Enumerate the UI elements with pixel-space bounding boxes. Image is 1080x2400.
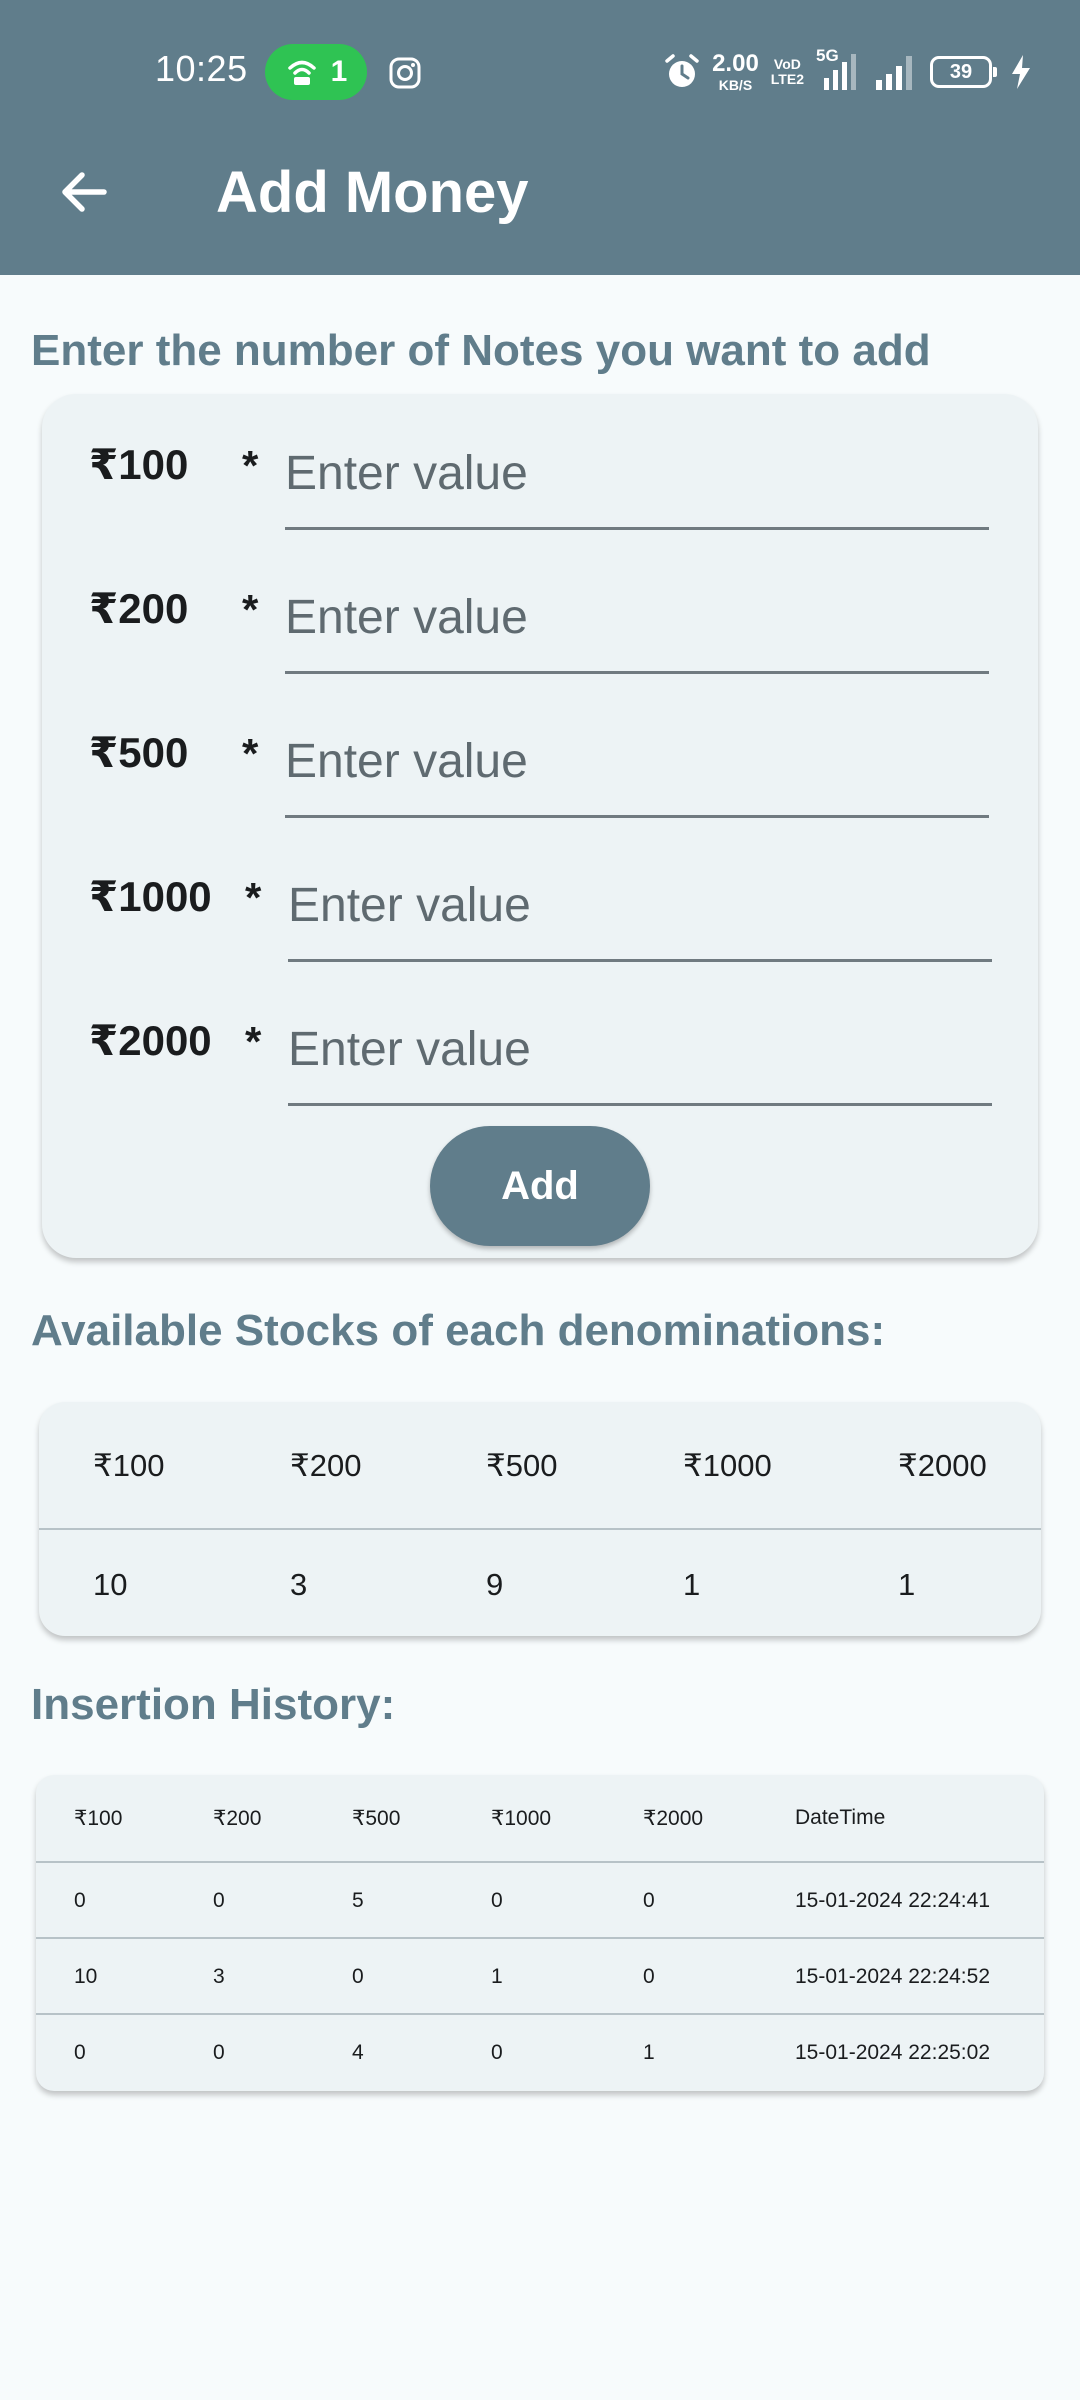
- history-cell: 15-01-2024 22:25:02: [795, 2041, 990, 2064]
- stocks-divider: [39, 1528, 1041, 1530]
- denomination-label: ₹500: [89, 729, 189, 776]
- charging-icon: [1012, 55, 1030, 89]
- stocks-column-header: ₹1000: [683, 1448, 772, 1483]
- history-cell: 0: [643, 1965, 655, 1988]
- history-cell: 1: [643, 2041, 655, 2064]
- history-cell: 1: [491, 1965, 503, 1988]
- denomination-label: ₹200: [89, 585, 189, 632]
- stocks-value: 3: [290, 1567, 308, 1602]
- history-row: 10 3 0 1 0 15-01-2024 22:24:52: [36, 1937, 1044, 2014]
- signal-icon: [876, 56, 912, 90]
- status-time: 10:25: [155, 48, 248, 89]
- status-indicators: 2.00 KB/S VoD LTE2 5G 39: [664, 46, 997, 93]
- required-marker: *: [245, 874, 262, 921]
- top-app-bar: 10:25 1 2.00 KB/S VoD LTE2 5G 39 Add Mon…: [0, 0, 1080, 275]
- history-column-header: ₹100: [74, 1807, 123, 1830]
- history-cell: 0: [213, 2041, 225, 2064]
- battery-icon: 39: [930, 56, 997, 88]
- history-cell: 0: [491, 2041, 503, 2064]
- add-button[interactable]: Add: [430, 1126, 650, 1246]
- stocks-value: 9: [486, 1567, 504, 1602]
- note-1000-input[interactable]: [288, 866, 992, 962]
- battery-level: 39: [949, 60, 973, 83]
- stocks-table: ₹100 ₹200 ₹500 ₹1000 ₹2000 10 3 9 1 1: [39, 1402, 1041, 1636]
- history-column-header: ₹500: [352, 1807, 401, 1830]
- stocks-heading: Available Stocks of each denominations:: [31, 1306, 886, 1355]
- volte-indicator: VoD LTE2: [771, 57, 804, 86]
- volte-line1: VoD: [773, 56, 801, 73]
- history-cell: 3: [213, 1965, 225, 1988]
- denomination-label: ₹2000: [89, 1017, 212, 1064]
- stocks-value: 10: [93, 1567, 128, 1602]
- hotspot-count: 1: [330, 55, 348, 88]
- history-cell: 0: [74, 2041, 86, 2064]
- history-cell: 0: [643, 1889, 655, 1912]
- back-button[interactable]: [52, 160, 116, 224]
- volte-line2: LTE2: [770, 71, 804, 87]
- required-marker: *: [242, 730, 259, 777]
- history-cell: 0: [352, 1965, 364, 1988]
- alarm-icon: [665, 54, 699, 87]
- stocks-column-header: ₹200: [290, 1448, 362, 1483]
- page-title: Add Money: [216, 160, 529, 225]
- history-header-row: ₹100 ₹200 ₹500 ₹1000 ₹2000 DateTime: [36, 1775, 1044, 1861]
- note-row-200: ₹200 *: [42, 538, 1038, 682]
- network-speed-value: 2.00: [712, 50, 759, 77]
- history-cell: 0: [74, 1889, 86, 1912]
- note-100-input[interactable]: [285, 434, 989, 530]
- required-marker: *: [245, 1018, 262, 1065]
- history-cell: 15-01-2024 22:24:41: [795, 1889, 990, 1912]
- history-cell: 10: [74, 1965, 98, 1988]
- history-column-header: DateTime: [795, 1806, 886, 1829]
- network-speed: 2.00 KB/S: [712, 50, 759, 93]
- stocks-column-header: ₹2000: [898, 1448, 987, 1483]
- history-cell: 0: [491, 1889, 503, 1912]
- note-row-2000: ₹2000 *: [42, 970, 1038, 1114]
- signal-5g-icon: 5G: [816, 46, 862, 92]
- note-200-input[interactable]: [285, 578, 989, 674]
- note-row-100: ₹100 *: [42, 394, 1038, 538]
- required-marker: *: [242, 586, 259, 633]
- network-speed-unit: KB/S: [718, 77, 753, 93]
- add-notes-card: ₹100 * ₹200 * ₹500 * ₹1000 * ₹2000 * Add: [42, 394, 1038, 1258]
- instagram-icon: [388, 56, 422, 95]
- stocks-column-header: ₹500: [486, 1448, 558, 1483]
- note-row-500: ₹500 *: [42, 682, 1038, 826]
- denomination-label: ₹100: [89, 441, 189, 488]
- status-bar: 10:25 1 2.00 KB/S VoD LTE2 5G 39: [0, 0, 1080, 140]
- arrow-left-icon: [62, 172, 107, 212]
- note-500-input[interactable]: [285, 722, 989, 818]
- denomination-label: ₹1000: [89, 873, 212, 920]
- history-column-header: ₹200: [213, 1807, 262, 1830]
- history-cell: 15-01-2024 22:24:52: [795, 1965, 990, 1988]
- note-2000-input[interactable]: [288, 1010, 992, 1106]
- history-heading: Insertion History:: [31, 1680, 396, 1729]
- hotspot-indicator[interactable]: 1: [265, 44, 367, 100]
- history-cell: 0: [213, 1889, 225, 1912]
- note-row-1000: ₹1000 *: [42, 826, 1038, 970]
- history-cell: 5: [352, 1889, 364, 1912]
- form-heading: Enter the number of Notes you want to ad…: [31, 326, 931, 375]
- stocks-column-header: ₹100: [93, 1448, 165, 1483]
- stocks-value: 1: [683, 1567, 701, 1602]
- history-table: ₹100 ₹200 ₹500 ₹1000 ₹2000 DateTime 0 0 …: [36, 1775, 1044, 2091]
- stocks-value: 1: [898, 1567, 916, 1602]
- hotspot-icon: [287, 60, 316, 85]
- history-row: 0 0 4 0 1 15-01-2024 22:25:02: [36, 2013, 1044, 2091]
- history-cell: 4: [352, 2041, 364, 2064]
- history-row: 0 0 5 0 0 15-01-2024 22:24:41: [36, 1861, 1044, 1938]
- required-marker: *: [242, 442, 259, 489]
- history-column-header: ₹2000: [643, 1807, 704, 1830]
- history-column-header: ₹1000: [491, 1807, 552, 1830]
